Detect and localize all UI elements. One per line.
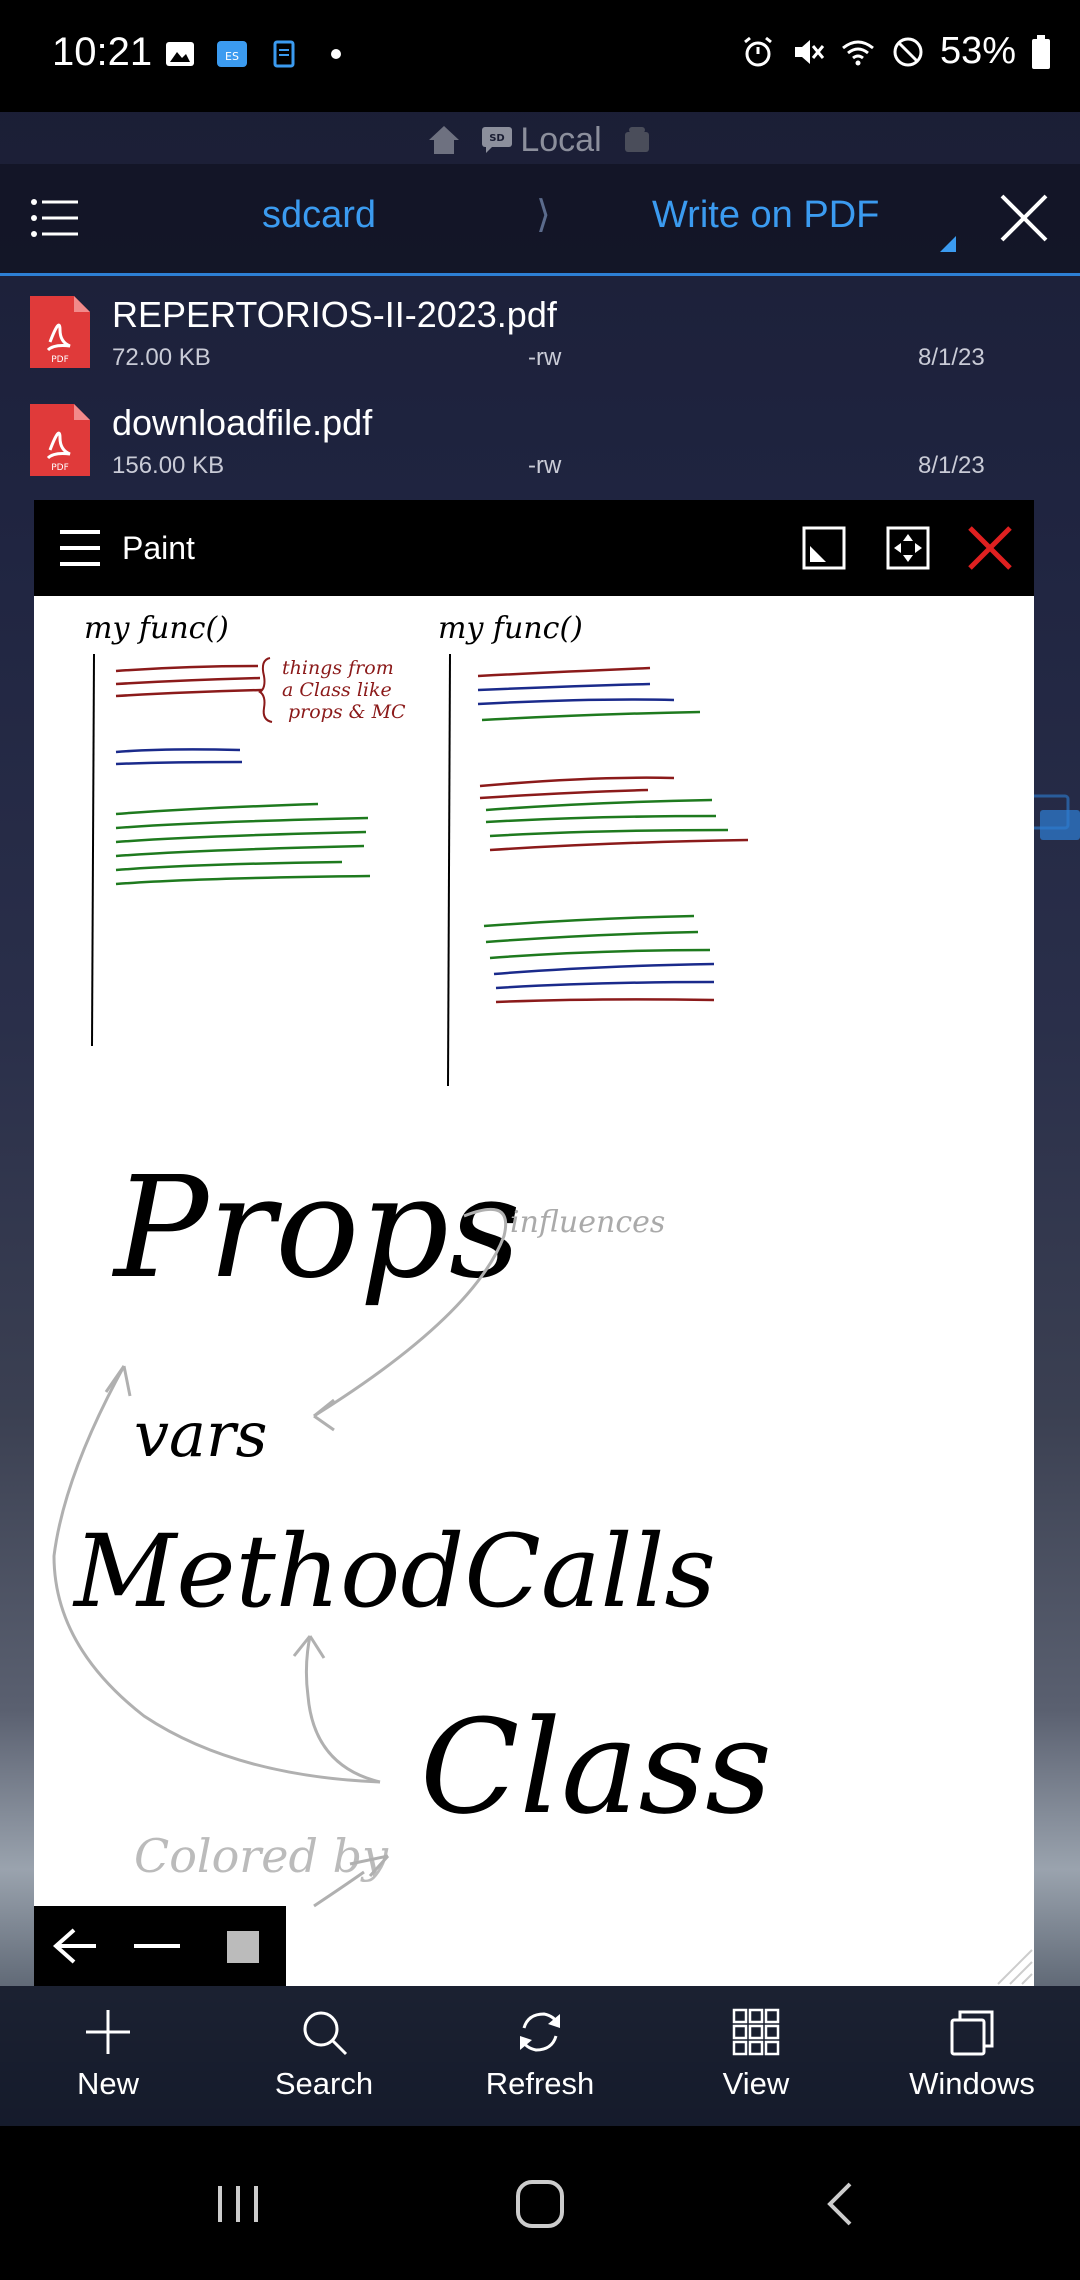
location-nav: SD Local <box>0 116 1080 164</box>
file-size: 156.00 KB <box>112 452 225 479</box>
path-bar: sdcard ⟩ Write on PDF <box>0 164 1080 276</box>
file-row[interactable]: PDF downloadfile.pdf 156.00 KB -rw 8/1/2… <box>0 390 1080 498</box>
stop-square-icon[interactable] <box>226 1930 260 1964</box>
back-arrow-icon[interactable] <box>52 1926 98 1966</box>
file-row[interactable]: PDF REPERTORIOS-II-2023.pdf 72.00 KB -rw… <box>0 282 1080 390</box>
windows-icon <box>950 2010 994 2056</box>
note-line-2: a Class like <box>282 679 392 701</box>
svg-text:PDF: PDF <box>51 463 69 473</box>
search-icon <box>303 2011 348 2056</box>
word-method-calls: MethodCalls <box>72 1513 716 1630</box>
refresh-label: Refresh <box>485 2066 595 2101</box>
status-time: 10:21 <box>52 30 153 74</box>
home-icon[interactable] <box>426 123 462 157</box>
dropdown-corner-icon <box>940 236 956 252</box>
image-icon <box>166 42 194 66</box>
status-right: 53% <box>740 30 1052 73</box>
paint-canvas[interactable]: my func() things from a Class like props… <box>34 596 1034 1986</box>
word-props: Props <box>111 1147 521 1310</box>
file-list: PDF REPERTORIOS-II-2023.pdf 72.00 KB -rw… <box>0 282 1080 498</box>
file-permissions: -rw <box>528 344 562 371</box>
view-label: View <box>722 2066 790 2101</box>
plus-icon <box>86 2010 130 2054</box>
recent-apps-icon[interactable] <box>210 2176 266 2232</box>
status-left-icons: ES <box>162 36 354 72</box>
system-nav-bar <box>0 2126 1080 2280</box>
home-button-icon[interactable] <box>512 2176 568 2232</box>
pdf-file-icon: PDF <box>30 296 90 368</box>
new-button[interactable]: New <box>0 1986 216 2126</box>
do-not-disturb-icon <box>893 37 923 66</box>
file-permissions: -rw <box>528 452 562 479</box>
dot-icon <box>331 49 341 59</box>
minimize-window-icon[interactable] <box>800 524 848 572</box>
refresh-icon <box>520 2012 560 2052</box>
back-icon[interactable] <box>814 2176 870 2232</box>
android-icon[interactable] <box>620 124 654 156</box>
path-separator: ⟩ <box>536 194 551 236</box>
file-name: REPERTORIOS-II-2023.pdf <box>112 294 557 335</box>
svg-text:PDF: PDF <box>51 355 69 365</box>
paint-title: Paint <box>122 530 195 566</box>
svg-text:SD: SD <box>490 133 506 144</box>
new-label: New <box>76 2066 139 2101</box>
paint-window: Paint my func() things from a Class like… <box>34 500 1034 1986</box>
close-icon[interactable] <box>998 192 1050 244</box>
location-local[interactable]: SD Local <box>480 120 602 160</box>
file-name: downloadfile.pdf <box>112 402 373 443</box>
file-date: 8/1/23 <box>918 344 985 371</box>
path-segment-sdcard[interactable]: sdcard <box>262 194 376 237</box>
minus-icon[interactable] <box>132 1926 182 1966</box>
paint-tools <box>34 1906 286 1986</box>
func-label-1: my func() <box>84 611 229 646</box>
svg-text:ES: ES <box>225 50 239 63</box>
windows-button[interactable]: Windows <box>864 1986 1080 2126</box>
mute-icon <box>794 39 825 64</box>
battery-icon <box>1032 34 1050 69</box>
paint-menu-icon[interactable] <box>58 526 102 570</box>
path-segment-write-on-pdf[interactable]: Write on PDF <box>652 194 879 237</box>
location-label: Local <box>520 120 602 159</box>
move-window-icon[interactable] <box>884 524 932 572</box>
clipboard-icon <box>273 40 295 68</box>
battery-percent: 53% <box>939 30 1016 72</box>
menu-icon[interactable] <box>30 196 80 240</box>
word-class: Class <box>420 1691 772 1843</box>
wifi-icon <box>842 40 874 65</box>
note-line-1: things from <box>282 657 394 679</box>
view-button[interactable]: View <box>648 1986 864 2126</box>
close-window-icon[interactable] <box>966 524 1014 572</box>
alarm-icon <box>744 36 772 66</box>
sd-chat-icon: SD <box>482 127 513 153</box>
grid-icon <box>732 2008 780 2056</box>
refresh-button[interactable]: Refresh <box>432 1986 648 2126</box>
func-label-2: my func() <box>438 611 583 646</box>
status-bar: 10:21 ES 53% <box>0 0 1080 112</box>
windows-label: Windows <box>909 2066 1035 2101</box>
bottom-toolbar: New Search Refresh View Windows <box>0 1986 1080 2126</box>
word-colored-by: Colored by <box>134 1829 389 1883</box>
paint-header: Paint <box>34 500 1034 596</box>
pdf-file-icon: PDF <box>30 404 90 476</box>
file-size: 72.00 KB <box>112 344 211 371</box>
search-button[interactable]: Search <box>216 1986 432 2126</box>
word-vars: vars <box>134 1398 267 1471</box>
note-line-3: props & MC <box>288 701 406 723</box>
file-date: 8/1/23 <box>918 452 985 479</box>
sd-card-icon: ES <box>217 41 247 67</box>
word-influences: influences <box>510 1205 665 1240</box>
search-label: Search <box>274 2066 374 2101</box>
